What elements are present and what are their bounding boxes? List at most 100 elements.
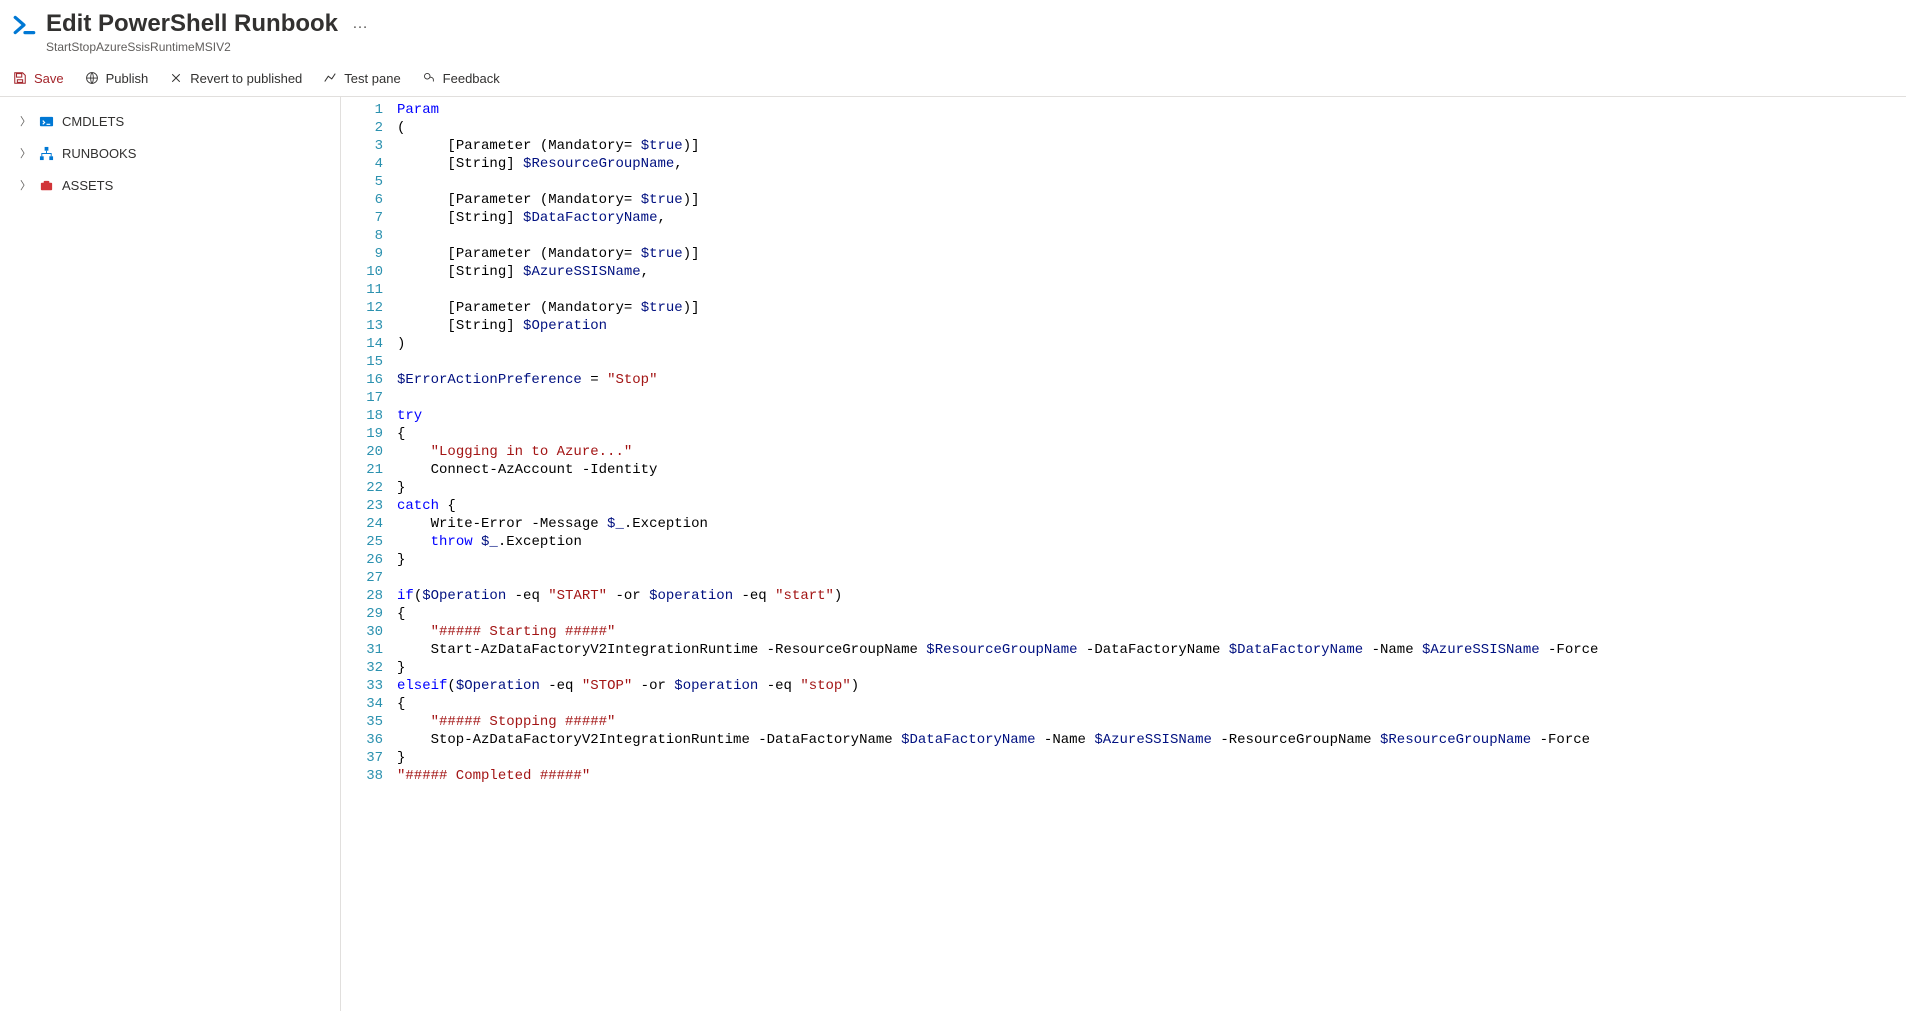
line-number: 31 [341,641,383,659]
code-line[interactable]: [Parameter (Mandatory= $true)] [397,245,1906,263]
save-icon [12,70,28,86]
code-line[interactable]: $ErrorActionPreference = "Stop" [397,371,1906,389]
line-number: 32 [341,659,383,677]
line-number: 26 [341,551,383,569]
code-line[interactable]: } [397,749,1906,767]
code-line[interactable] [397,281,1906,299]
line-number: 29 [341,605,383,623]
sidebar-item-assets[interactable]: 〉 ASSETS [0,169,340,201]
close-icon [168,70,184,86]
sidebar: 〉 CMDLETS 〉 RUNBOOKS 〉 ASSETS [0,97,341,1011]
code-line[interactable]: "##### Completed #####" [397,767,1906,785]
code-editor[interactable]: 1234567891011121314151617181920212223242… [341,97,1906,1011]
line-number: 22 [341,479,383,497]
feedback-label: Feedback [443,71,500,86]
sidebar-item-cmdlets[interactable]: 〉 CMDLETS [0,105,340,137]
line-number: 6 [341,191,383,209]
code-line[interactable]: } [397,479,1906,497]
sidebar-item-label: CMDLETS [62,114,124,129]
page-subtitle: StartStopAzureSsisRuntimeMSIV2 [46,40,369,54]
line-number: 20 [341,443,383,461]
line-number: 36 [341,731,383,749]
line-number: 9 [341,245,383,263]
more-actions-button[interactable]: … [352,15,369,33]
line-number: 19 [341,425,383,443]
page-title: Edit PowerShell Runbook [46,10,338,38]
code-line[interactable]: { [397,695,1906,713]
code-line[interactable] [397,569,1906,587]
code-line[interactable]: [String] $ResourceGroupName, [397,155,1906,173]
chevron-right-icon: 〉 [20,177,30,193]
code-line[interactable]: Connect-AzAccount -Identity [397,461,1906,479]
code-line[interactable]: [String] $Operation [397,317,1906,335]
code-line[interactable]: throw $_.Exception [397,533,1906,551]
line-number: 27 [341,569,383,587]
code-line[interactable] [397,227,1906,245]
line-number: 4 [341,155,383,173]
publish-button[interactable]: Publish [82,66,151,90]
feedback-button[interactable]: Feedback [419,66,502,90]
chart-icon [322,70,338,86]
code-line[interactable] [397,389,1906,407]
line-number: 25 [341,533,383,551]
line-number: 1 [341,101,383,119]
save-label: Save [34,71,64,86]
code-line[interactable]: try [397,407,1906,425]
line-number: 3 [341,137,383,155]
code-line[interactable]: Write-Error -Message $_.Exception [397,515,1906,533]
line-number: 10 [341,263,383,281]
line-number: 17 [341,389,383,407]
sidebar-item-runbooks[interactable]: 〉 RUNBOOKS [0,137,340,169]
code-line[interactable]: Stop-AzDataFactoryV2IntegrationRuntime -… [397,731,1906,749]
code-line[interactable]: [Parameter (Mandatory= $true)] [397,137,1906,155]
revert-label: Revert to published [190,71,302,86]
powershell-icon [10,10,40,40]
test-pane-button[interactable]: Test pane [320,66,402,90]
code-content[interactable]: Param( [Parameter (Mandatory= $true)] [S… [397,97,1906,1011]
code-line[interactable]: [Parameter (Mandatory= $true)] [397,299,1906,317]
line-number: 28 [341,587,383,605]
code-line[interactable]: "Logging in to Azure..." [397,443,1906,461]
chevron-right-icon: 〉 [20,113,30,129]
code-line[interactable]: [String] $DataFactoryName, [397,209,1906,227]
cmdlets-icon [38,113,54,129]
line-number: 35 [341,713,383,731]
code-line[interactable] [397,173,1906,191]
globe-icon [84,70,100,86]
code-line[interactable]: if($Operation -eq "START" -or $operation… [397,587,1906,605]
command-bar: Save Publish Revert to published Test pa… [0,60,1906,97]
line-number: 33 [341,677,383,695]
runbooks-icon [38,145,54,161]
line-number: 8 [341,227,383,245]
code-line[interactable]: } [397,551,1906,569]
line-number: 18 [341,407,383,425]
revert-button[interactable]: Revert to published [166,66,304,90]
publish-label: Publish [106,71,149,86]
line-number: 5 [341,173,383,191]
line-number: 30 [341,623,383,641]
sidebar-item-label: RUNBOOKS [62,146,136,161]
chevron-right-icon: 〉 [20,145,30,161]
line-number-gutter: 1234567891011121314151617181920212223242… [341,97,397,1011]
code-line[interactable]: { [397,605,1906,623]
page-header: Edit PowerShell Runbook … StartStopAzure… [0,0,1906,60]
line-number: 7 [341,209,383,227]
code-line[interactable]: "##### Starting #####" [397,623,1906,641]
code-line[interactable]: catch { [397,497,1906,515]
code-line[interactable]: [Parameter (Mandatory= $true)] [397,191,1906,209]
code-line[interactable] [397,353,1906,371]
code-line[interactable]: ) [397,335,1906,353]
code-line[interactable]: Param [397,101,1906,119]
line-number: 24 [341,515,383,533]
save-button[interactable]: Save [10,66,66,90]
code-line[interactable]: { [397,425,1906,443]
line-number: 34 [341,695,383,713]
line-number: 15 [341,353,383,371]
code-line[interactable]: elseif($Operation -eq "STOP" -or $operat… [397,677,1906,695]
code-line[interactable]: [String] $AzureSSISName, [397,263,1906,281]
code-line[interactable]: Start-AzDataFactoryV2IntegrationRuntime … [397,641,1906,659]
code-line[interactable]: } [397,659,1906,677]
code-line[interactable]: ( [397,119,1906,137]
line-number: 16 [341,371,383,389]
code-line[interactable]: "##### Stopping #####" [397,713,1906,731]
